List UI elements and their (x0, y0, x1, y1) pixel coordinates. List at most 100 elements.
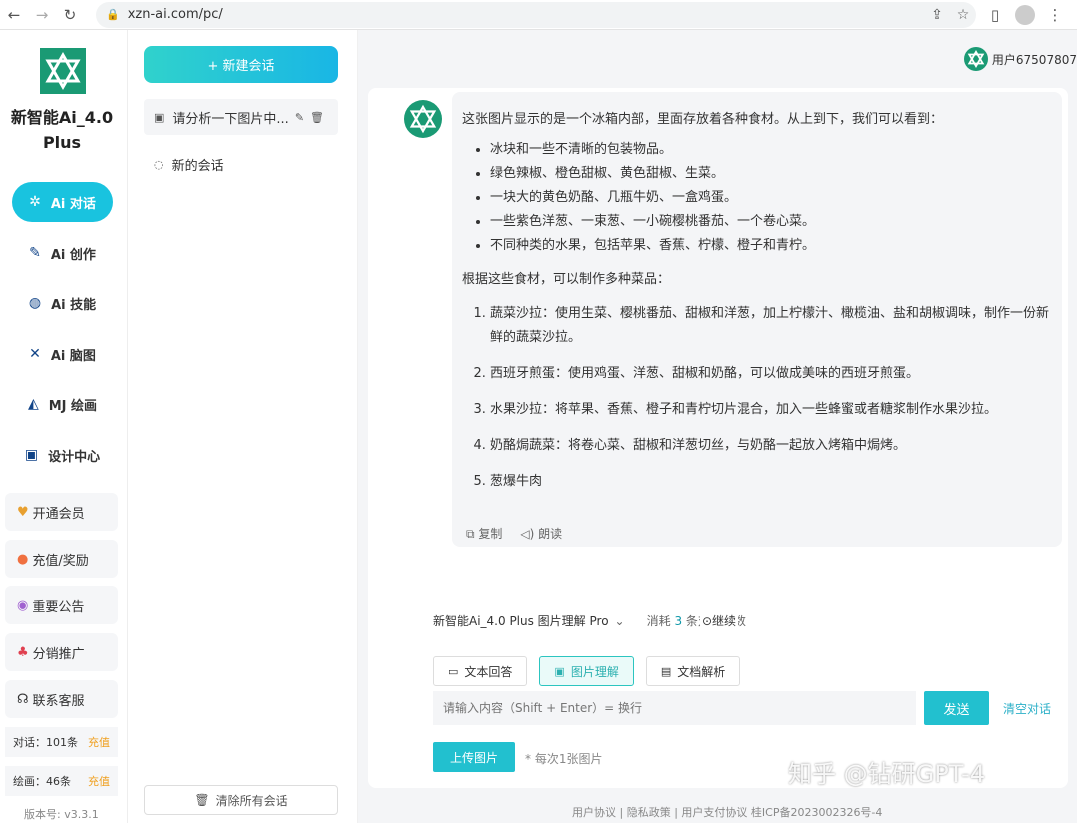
tab-label: 文档解析 (677, 664, 726, 679)
nav-ai-create[interactable]: ✎ Ai 创作 (12, 233, 113, 273)
reload-icon[interactable]: ↻ (56, 1, 84, 29)
nav-label: MJ 绘画 (48, 398, 98, 414)
send-button[interactable]: 发送 (924, 691, 989, 725)
clear-all-sessions-button[interactable]: 🗑 清除所有会话 (144, 785, 338, 815)
session-title: 请分析一下图片中... (172, 111, 289, 127)
nav-mj-paint[interactable]: ◭ MJ 绘画 (12, 384, 113, 424)
headset-icon: ☊ (17, 691, 29, 707)
share-icon[interactable]: ⇪ (924, 7, 950, 23)
bot-avatar (404, 100, 442, 138)
sidepanel-icon[interactable]: ▯ (980, 6, 1010, 24)
nav-ai-skill[interactable]: ◍ Ai 技能 (12, 283, 113, 323)
draw-recharge-link[interactable]: 充值 (88, 773, 110, 789)
session-list: + 新建会话 ▣ 请分析一下图片中... ✎🗑 ◌ 新的会话 🗑 清除所有会话 (128, 30, 358, 823)
chat-recharge-link[interactable]: 充值 (88, 734, 110, 750)
list-item: 西班牙煎蛋：使用鸡蛋、洋葱、甜椒和奶酪，可以做成美味的西班牙煎蛋。 (490, 362, 1052, 386)
address-bar[interactable]: 🔒 xzn-ai.com/pc/ ⇪ ☆ (96, 1, 976, 28)
main-panel: 用户67507807 这张图片显示的是一个冰箱内部，里面存放着各种食材。从上到下… (358, 30, 1077, 823)
support-button[interactable]: ☊ 联系客服 (5, 680, 118, 718)
composer: 新智能Ai_4.0 Plus 图片理解 Pro⌄ 消耗 3 条对话次数 ⊙继续 … (423, 600, 1063, 780)
model-row: 新智能Ai_4.0 Plus 图片理解 Pro⌄ 消耗 3 条对话次数 ⊙继续 (433, 612, 746, 629)
clear-chat-link[interactable]: 清空对话 (1003, 700, 1051, 717)
nav-ai-chat[interactable]: ✲ Ai 对话 (12, 182, 113, 222)
copy-button[interactable]: ⧉ 复制 (466, 522, 502, 546)
back-icon[interactable]: ← (0, 1, 28, 29)
session-item[interactable]: ▣ 请分析一下图片中... ✎🗑 (144, 99, 338, 135)
model-select[interactable]: 新智能Ai_4.0 Plus 图片理解 Pro ⌄ (433, 612, 625, 629)
trash-icon: 🗑 (194, 793, 210, 807)
chat-icon: ▭ (448, 664, 459, 678)
button-label: 充值/奖励 (32, 553, 89, 569)
coin-icon: ● (17, 551, 29, 567)
food-list: 冰块和一些不清晰的包装物品。 绿色辣椒、橙色甜椒、黄色甜椒、生菜。 一块大的黄色… (490, 138, 1052, 258)
message-actions: ⧉ 复制 ◁) 朗读 (466, 522, 562, 546)
session-item[interactable]: ◌ 新的会话 (144, 146, 338, 182)
list-item: 奶酪焗蔬菜：将卷心菜、甜椒和洋葱切丝，与奶酪一起放入烤箱中焗烤。 (490, 434, 1052, 458)
vip-button[interactable]: ♥ 开通会员 (5, 493, 118, 531)
list-item: 蔬菜沙拉：使用生菜、樱桃番茄、甜椒和洋葱，加上柠檬汁、橄榄油、盐和胡椒调味，制作… (490, 302, 1052, 350)
lock-icon: 🔒 (106, 8, 120, 21)
session-title: 新的会话 (171, 158, 224, 174)
new-chat-button[interactable]: + 新建会话 (144, 46, 338, 83)
recharge-button[interactable]: ● 充值/奖励 (5, 540, 118, 578)
button-label: 联系客服 (32, 693, 85, 709)
upload-image-button[interactable]: 上传图片 (433, 742, 515, 772)
forward-icon[interactable]: → (28, 1, 56, 29)
image-icon: ▣ (154, 110, 165, 124)
skill-icon: ◍ (28, 295, 42, 311)
chat-count: 对话：101条 充值 (5, 727, 118, 757)
mode-tabs: ▭ 文本回答 ▣ 图片理解 ▤ 文档解析 (433, 656, 741, 686)
nav-ai-mindmap[interactable]: ✕ Ai 脑图 (12, 334, 113, 374)
star-icon[interactable]: ☆ (950, 7, 976, 23)
copy-icon: ⧉ (466, 527, 479, 541)
bot-message: 这张图片显示的是一个冰箱内部，里面存放着各种食材。从上到下，我们可以看到： 冰块… (452, 92, 1062, 547)
list-item: 一块大的黄色奶酪、几瓶牛奶、一盒鸡蛋。 (490, 186, 1052, 210)
list-item: 不同种类的水果，包括苹果、香蕉、柠檬、橙子和青柠。 (490, 234, 1052, 258)
chat-count-text: 对话：101条 (13, 736, 78, 749)
cost-num: 3 (674, 614, 683, 628)
promotion-button[interactable]: ♣ 分销推广 (5, 633, 118, 671)
tab-text-answer[interactable]: ▭ 文本回答 (433, 656, 528, 686)
message-intro: 这张图片显示的是一个冰箱内部，里面存放着各种食材。从上到下，我们可以看到： (462, 112, 944, 127)
nav-label: Ai 脑图 (50, 348, 96, 364)
user-info[interactable]: 用户67507807 (963, 47, 1077, 71)
button-label: 分销推广 (32, 646, 85, 662)
read-aloud-button[interactable]: ◁) 朗读 (520, 522, 562, 546)
browser-toolbar: ← → ↻ 🔒 xzn-ai.com/pc/ ⇪ ☆ ▯ ⋮ (0, 0, 1077, 30)
list-item: 水果沙拉：将苹果、香蕉、橙子和青柠切片混合，加入一些蜂蜜或者糖浆制作水果沙拉。 (490, 398, 1052, 422)
play-icon: ⊙ (701, 614, 712, 628)
speaker-icon: ◁) (520, 527, 539, 541)
username: 用户67507807 (991, 52, 1077, 67)
upload-tip: * 每次1张图片 (525, 752, 603, 766)
tab-doc-parse[interactable]: ▤ 文档解析 (645, 656, 741, 686)
tab-image-understanding[interactable]: ▣ 图片理解 (539, 656, 634, 686)
gear-icon: ✲ (29, 194, 41, 210)
footer-links[interactable]: 用户协议 | 隐私政策 | 用户支付协议 桂ICP备2023002326号-4 (572, 804, 882, 820)
menu-icon[interactable]: ⋮ (1040, 6, 1070, 24)
vip-icon: ♥ (17, 504, 29, 520)
nav-design-center[interactable]: ▣ 设计中心 (12, 435, 113, 475)
edit-delete-icons[interactable]: ✎🗑 (295, 111, 330, 124)
chat-area: 这张图片显示的是一个冰箱内部，里面存放着各种食材。从上到下，我们可以看到： 冰块… (368, 88, 1068, 788)
nav-label: Ai 对话 (50, 196, 96, 212)
version-text: 版本号: v3.3.1 (24, 808, 99, 821)
tab-label: 文本回答 (464, 664, 513, 679)
continue-label: 继续 (712, 614, 737, 628)
list-item: 一些紫色洋葱、一束葱、一小碗樱桃番茄、一个卷心菜。 (490, 210, 1052, 234)
nav-label: Ai 创作 (50, 247, 96, 263)
network-icon: ♣ (17, 644, 29, 660)
tab-label: 图片理解 (570, 664, 619, 679)
profile-avatar[interactable] (1015, 4, 1035, 25)
clear-all-label: 清除所有会话 (215, 793, 288, 808)
mindmap-icon: ✕ (29, 346, 41, 362)
message-input[interactable] (433, 691, 916, 725)
continue-button[interactable]: ⊙继续 (699, 612, 739, 629)
image-icon: ▣ (24, 447, 39, 463)
draw-count-text: 绘画：46条 (13, 775, 71, 788)
announcement-button[interactable]: ◉ 重要公告 (5, 586, 118, 624)
cost-prefix: 消耗 (646, 614, 671, 628)
user-avatar (963, 47, 988, 71)
list-item: 绿色辣椒、橙色甜椒、黄色甜椒、生菜。 (490, 162, 1052, 186)
list-item: 冰块和一些不清晰的包装物品。 (490, 138, 1052, 162)
draw-count: 绘画：46条 充值 (5, 766, 118, 796)
